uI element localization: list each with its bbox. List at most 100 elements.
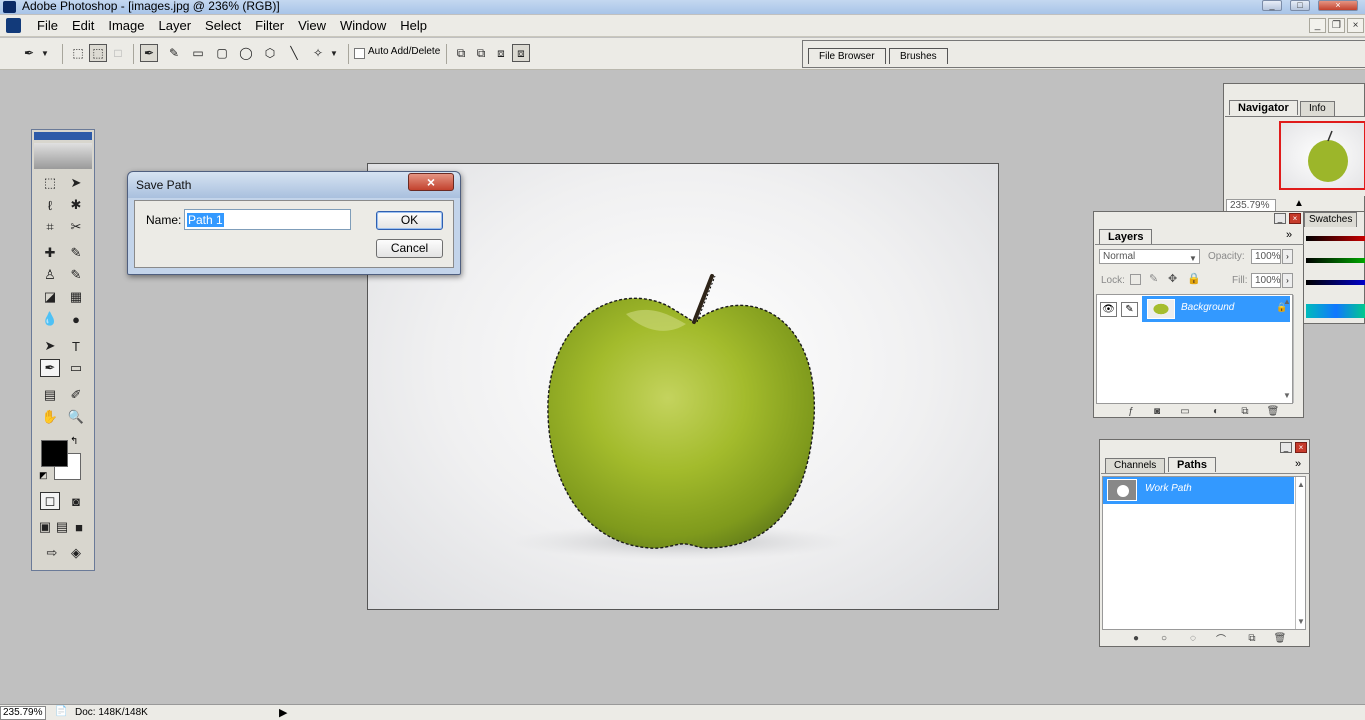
paths-close-button[interactable]: × [1295, 442, 1307, 453]
layer-mask-icon[interactable]: ◙ [1151, 405, 1163, 417]
marquee-icon[interactable]: ⬚ [40, 174, 60, 192]
move-icon[interactable]: ➤ [66, 174, 86, 192]
add-to-path-icon[interactable]: ⧉ [452, 44, 470, 62]
default-colors-icon[interactable]: ◩ [39, 470, 48, 481]
shape-tool-icon[interactable]: ▭ [66, 359, 86, 377]
channels-tab[interactable]: Channels [1105, 458, 1166, 473]
lock-transparency-icon[interactable] [1130, 274, 1141, 285]
adjustment-layer-icon[interactable]: ◐ [1210, 405, 1222, 417]
eyedropper-icon[interactable]: ✐ [66, 386, 86, 404]
menu-window[interactable]: Window [333, 18, 393, 33]
load-path-selection-icon[interactable]: ◌ [1187, 632, 1199, 644]
eraser-icon[interactable]: ◪ [40, 288, 60, 306]
document-canvas[interactable] [367, 163, 999, 610]
delete-path-icon[interactable]: 🗑 [1274, 632, 1287, 644]
zoom-icon[interactable]: 🔍 [66, 408, 86, 426]
paths-scroll-down-icon[interactable]: ▼ [1297, 617, 1305, 626]
layers-tab[interactable]: Layers [1099, 229, 1153, 244]
layers-minimize-button[interactable]: _ [1274, 213, 1286, 224]
full-screen-menu-icon[interactable]: ▤ [54, 518, 70, 536]
menu-select[interactable]: Select [198, 18, 248, 33]
menu-help[interactable]: Help [393, 18, 434, 33]
cancel-button[interactable]: Cancel [376, 239, 443, 258]
layer-visibility-icon[interactable]: 👁 [1100, 302, 1117, 317]
paths-menu-icon[interactable]: » [1295, 458, 1301, 470]
healing-brush-icon[interactable]: ✚ [40, 244, 60, 262]
layer-row-background[interactable]: Background 🔒 [1142, 296, 1290, 322]
zoom-out-icon[interactable]: ▲ [1294, 198, 1304, 209]
intersect-path-icon[interactable]: ⧈ [492, 44, 510, 62]
lasso-icon[interactable]: ℓ [40, 196, 60, 214]
adobe-online-logo[interactable] [34, 143, 92, 169]
lock-all-icon[interactable]: 🔒 [1187, 272, 1201, 285]
fill-path-icon[interactable]: ● [1130, 632, 1142, 644]
close-window-button[interactable]: × [1318, 0, 1358, 11]
imageready-icon[interactable]: ◈ [66, 544, 86, 562]
doc-restore-button[interactable]: ❐ [1328, 18, 1345, 33]
menu-filter[interactable]: Filter [248, 18, 291, 33]
custom-shape-icon[interactable]: ✧ [309, 44, 327, 62]
paths-tab[interactable]: Paths [1168, 457, 1216, 472]
swap-colors-icon[interactable]: ↰ [70, 436, 78, 447]
brushes-tab[interactable]: Brushes [889, 48, 948, 64]
maximize-window-button[interactable]: □ [1290, 0, 1310, 11]
blend-mode-select[interactable]: Normal [1099, 249, 1200, 264]
menu-view[interactable]: View [291, 18, 333, 33]
pen-tool-preset-icon[interactable]: ✒ [20, 44, 38, 62]
shape-layers-icon[interactable]: ⬚ [69, 44, 87, 62]
pen-icon[interactable]: ✒ [140, 44, 158, 62]
pen-tool-icon[interactable]: ✒ [40, 359, 60, 377]
swatches-tab[interactable]: Swatches [1304, 212, 1358, 227]
foreground-color-swatch[interactable] [41, 440, 68, 467]
make-work-path-icon[interactable]: ⌒ [1215, 632, 1227, 646]
navigator-thumbnail[interactable] [1279, 121, 1365, 190]
layer-brush-icon[interactable]: ✎ [1121, 302, 1138, 317]
info-tab[interactable]: Info [1300, 101, 1335, 116]
new-layer-icon[interactable]: ⧉ [1239, 405, 1251, 417]
dialog-close-button[interactable]: × [408, 173, 454, 191]
layers-menu-icon[interactable]: » [1286, 229, 1292, 241]
exclude-overlap-icon[interactable]: ⧈ [512, 44, 530, 62]
line-icon[interactable]: ╲ [285, 44, 303, 62]
type-icon[interactable]: T [66, 337, 86, 355]
layers-scroll-up-icon[interactable]: ▲ [1283, 297, 1291, 306]
shape-dropdown-icon[interactable]: ▼ [329, 44, 339, 62]
doc-minimize-button[interactable]: _ [1309, 18, 1326, 33]
jump-to-imageready-icon[interactable]: ⇨ [40, 544, 64, 562]
slice-icon[interactable]: ✂ [66, 218, 86, 236]
paths-mode-icon[interactable]: ⬚ [89, 44, 107, 62]
standard-mode-icon[interactable]: ◻ [40, 492, 60, 510]
new-path-icon[interactable]: ⧉ [1246, 632, 1258, 644]
minimize-window-button[interactable]: _ [1262, 0, 1282, 11]
doc-close-button[interactable]: × [1347, 18, 1364, 33]
ok-button[interactable]: OK [376, 211, 443, 230]
lock-image-icon[interactable]: ✎ [1149, 272, 1158, 285]
full-screen-icon[interactable]: ■ [71, 518, 87, 536]
dodge-icon[interactable]: ● [66, 310, 86, 328]
history-brush-icon[interactable]: ✎ [66, 266, 86, 284]
rectangle-shape-icon[interactable]: ▭ [189, 44, 207, 62]
menu-edit[interactable]: Edit [65, 18, 101, 33]
paths-minimize-button[interactable]: _ [1280, 442, 1292, 453]
lock-position-icon[interactable]: ✥ [1168, 272, 1177, 285]
magic-wand-icon[interactable]: ✱ [66, 196, 86, 214]
notes-icon[interactable]: ▤ [40, 386, 60, 404]
ellipse-icon[interactable]: ◯ [237, 44, 255, 62]
gradient-icon[interactable]: ▦ [66, 288, 86, 306]
blur-icon[interactable]: 💧 [40, 310, 60, 328]
standard-screen-icon[interactable]: ▣ [37, 518, 53, 536]
layer-set-icon[interactable]: ▭ [1179, 405, 1191, 417]
color-ramp[interactable] [1306, 304, 1365, 318]
hand-icon[interactable]: ✋ [40, 408, 60, 426]
clone-stamp-icon[interactable]: ♙ [40, 266, 60, 284]
path-selection-icon[interactable]: ➤ [40, 337, 60, 355]
status-menu-arrow-icon[interactable]: ▶ [279, 706, 287, 719]
fill-pixels-icon[interactable]: □ [109, 44, 127, 62]
polygon-icon[interactable]: ⬡ [261, 44, 279, 62]
layers-close-button[interactable]: × [1289, 213, 1301, 224]
status-zoom-field[interactable]: 235.79% [0, 706, 46, 720]
blue-slider[interactable] [1306, 280, 1365, 285]
layer-style-icon[interactable]: ƒ [1125, 405, 1137, 417]
green-slider[interactable] [1306, 258, 1365, 263]
menu-file[interactable]: File [30, 18, 65, 33]
